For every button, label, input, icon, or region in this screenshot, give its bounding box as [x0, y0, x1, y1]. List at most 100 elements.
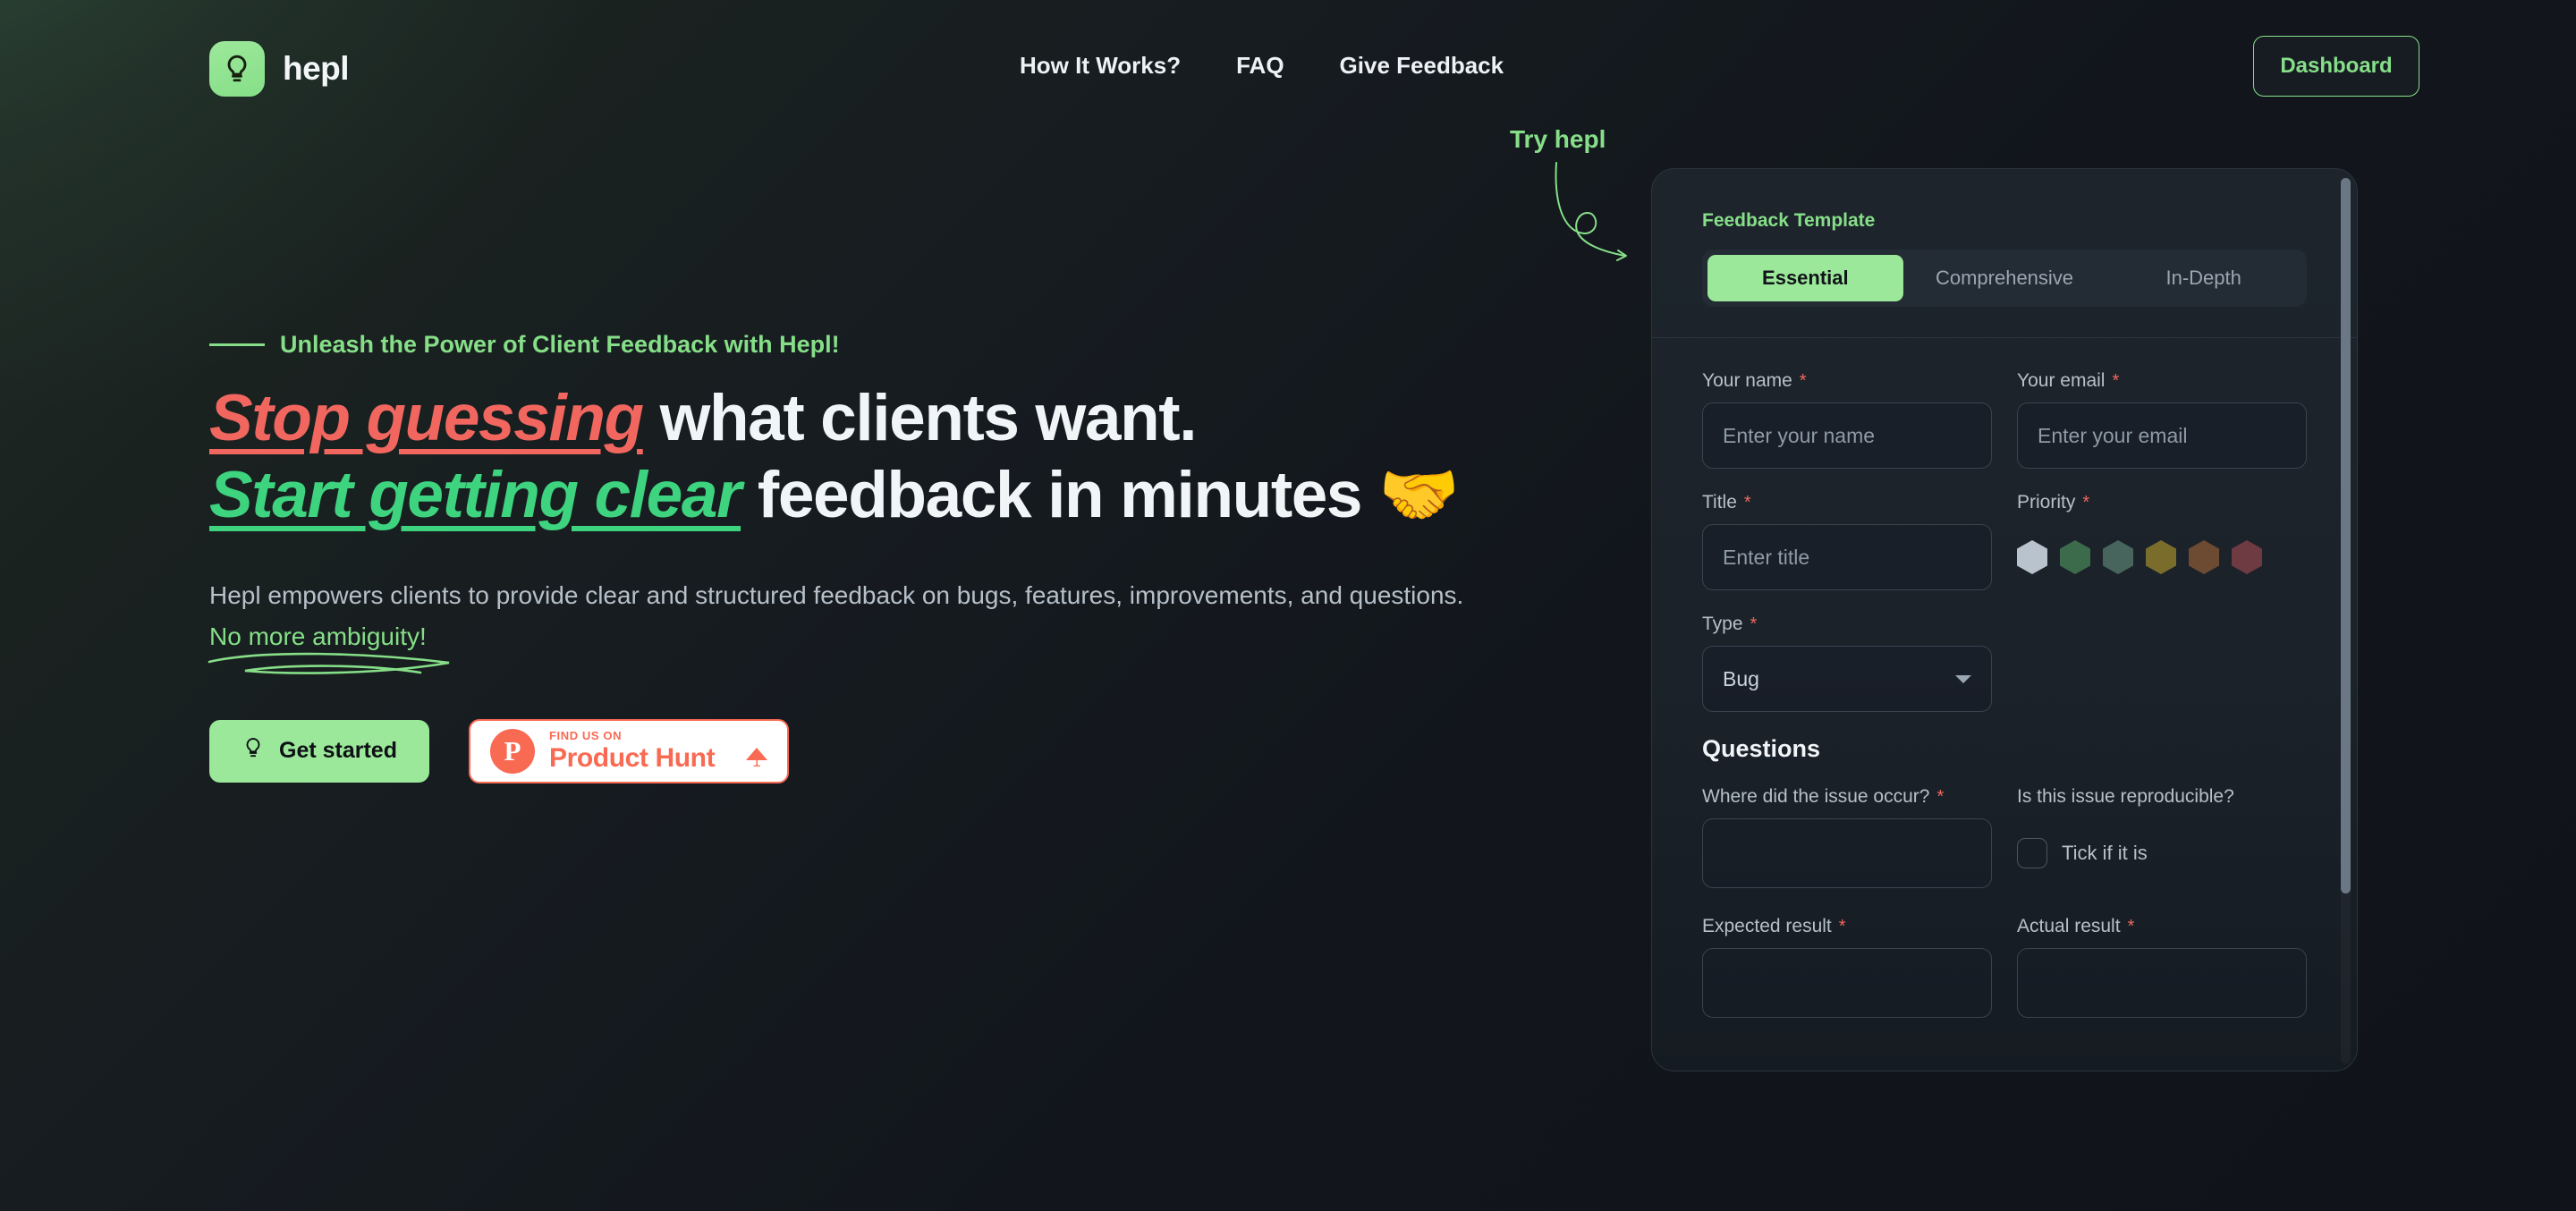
priority-swatches	[2017, 524, 2307, 590]
hero-section: Unleash the Power of Client Feedback wit…	[208, 331, 1551, 783]
reproducible-check-label: Tick if it is	[2062, 842, 2148, 864]
type-select[interactable]: Bug	[1702, 646, 1992, 712]
questions-row-2: Expected result * Actual result *	[1702, 916, 2307, 1022]
reproducible-checkbox[interactable]	[2017, 838, 2047, 868]
required-asterisk: *	[1750, 614, 1758, 634]
type-row-spacer	[2017, 614, 2307, 712]
questions-row-1: Where did the issue occur? * Is this iss…	[1702, 786, 2307, 893]
priority-swatch-2[interactable]	[2103, 540, 2133, 574]
email-label-wrap: Your email *	[2017, 370, 2307, 392]
hero-highlight-wrap: No more ambiguity!	[208, 616, 450, 674]
name-label-wrap: Your name *	[1702, 370, 1992, 392]
required-asterisk: *	[1743, 492, 1751, 512]
title-label-wrap: Title *	[1702, 492, 1992, 513]
reproducible-label: Is this issue reproducible?	[2017, 786, 2234, 807]
chevron-down-icon	[1955, 674, 1971, 683]
email-field-group: Your email *	[2017, 370, 2307, 469]
title-label: Title	[1702, 492, 1737, 512]
required-asterisk: *	[1799, 370, 1807, 391]
name-input[interactable]	[1702, 402, 1992, 469]
reproducible-label-wrap: Is this issue reproducible?	[2017, 786, 2307, 808]
name-email-row: Your name * Your email *	[1702, 370, 2307, 469]
name-label: Your name	[1702, 370, 1792, 391]
actual-field-group: Actual result *	[2017, 916, 2307, 1022]
hero-subtext-highlight: No more ambiguity!	[209, 622, 427, 650]
type-selected-value: Bug	[1723, 666, 1759, 690]
site-header: hepl How It Works? FAQ Give Feedback Das…	[0, 0, 2576, 143]
product-hunt-badge[interactable]: P FIND US ON Product Hunt 1	[468, 718, 789, 783]
nav-item-faq[interactable]: FAQ	[1236, 52, 1284, 80]
panel-scrollbar-thumb[interactable]	[2341, 178, 2351, 893]
where-label-wrap: Where did the issue occur? *	[1702, 786, 1992, 808]
type-label: Type	[1702, 614, 1743, 634]
expected-label: Expected result	[1702, 916, 1832, 936]
priority-label: Priority	[2017, 492, 2076, 512]
priority-swatch-3[interactable]	[2146, 540, 2176, 574]
headline-mid: what clients want.	[642, 382, 1198, 454]
headline-end: feedback in minutes	[741, 459, 1379, 532]
where-label: Where did the issue occur?	[1702, 786, 1930, 807]
type-label-wrap: Type *	[1702, 614, 1992, 635]
headline-green-phrase: Start getting clear	[209, 459, 741, 532]
actual-textarea[interactable]	[2017, 948, 2307, 1018]
title-field-group: Title *	[1702, 492, 1992, 590]
product-hunt-text: FIND US ON Product Hunt	[549, 730, 732, 772]
brand-name: hepl	[283, 50, 350, 87]
title-input[interactable]	[1702, 524, 1992, 590]
required-asterisk: *	[2112, 370, 2120, 391]
where-textarea[interactable]	[1702, 818, 1992, 888]
priority-swatch-4[interactable]	[2189, 540, 2219, 574]
panel-header: Feedback Template Essential Comprehensiv…	[1652, 169, 2357, 307]
actual-label-wrap: Actual result *	[2017, 916, 2307, 937]
required-asterisk: *	[2127, 916, 2135, 936]
tab-comprehensive[interactable]: Comprehensive	[1907, 255, 2103, 301]
priority-field-group: Priority *	[2017, 492, 2307, 590]
hero-subtext-main: Hepl empowers clients to provide clear a…	[209, 581, 1464, 610]
dashboard-button[interactable]: Dashboard	[2253, 36, 2419, 97]
brand-logo[interactable]: hepl	[209, 41, 350, 97]
hero-cta-row: Get started P FIND US ON Product Hunt 1	[209, 718, 1551, 783]
required-asterisk: *	[2082, 492, 2090, 512]
get-started-label: Get started	[279, 738, 397, 764]
try-hepl-annotation: Try hepl	[1510, 125, 1606, 153]
reproducible-check-row: Tick if it is	[2017, 818, 2307, 888]
expected-label-wrap: Expected result *	[1702, 916, 1992, 937]
name-field-group: Your name *	[1702, 370, 1992, 469]
priority-swatch-5[interactable]	[2232, 540, 2262, 574]
hero-subtext: Hepl empowers clients to provide clear a…	[208, 575, 1515, 674]
email-input[interactable]	[2017, 402, 2307, 469]
reproducible-field-group: Is this issue reproducible? Tick if it i…	[2017, 786, 2307, 893]
type-field-group: Type * Bug	[1702, 614, 1992, 712]
feedback-form-panel: Feedback Template Essential Comprehensiv…	[1651, 168, 2358, 1071]
product-hunt-kicker: FIND US ON	[548, 729, 623, 743]
hero-eyebrow-text: Unleash the Power of Client Feedback wit…	[280, 331, 840, 358]
lightbulb-icon	[242, 736, 265, 766]
title-priority-row: Title * Priority *	[1702, 492, 2307, 590]
get-started-button[interactable]: Get started	[209, 719, 429, 783]
product-hunt-name: Product Hunt	[548, 743, 716, 774]
hero-eyebrow: Unleash the Power of Client Feedback wit…	[209, 331, 1551, 359]
squiggle-underline-icon	[208, 652, 450, 674]
required-asterisk: *	[1838, 916, 1846, 936]
main-nav: How It Works? FAQ Give Feedback	[1020, 52, 1504, 80]
product-hunt-upvote[interactable]: 1	[745, 732, 767, 769]
tab-essential[interactable]: Essential	[1707, 255, 1903, 301]
tab-in-depth[interactable]: In-Depth	[2106, 255, 2301, 301]
nav-item-give-feedback[interactable]: Give Feedback	[1340, 52, 1504, 80]
eyebrow-dash-icon	[209, 343, 265, 346]
questions-heading: Questions	[1702, 735, 1821, 762]
expected-textarea[interactable]	[1702, 948, 1992, 1018]
template-tabs: Essential Comprehensive In-Depth	[1702, 250, 2307, 307]
product-hunt-logo-icon: P	[489, 728, 535, 774]
panel-scrollbar[interactable]	[2341, 178, 2351, 1063]
page-title: Stop guessing what clients want. Start g…	[209, 380, 1551, 534]
page-root: hepl How It Works? FAQ Give Feedback Das…	[0, 0, 2576, 1211]
handshake-emoji: 🤝	[1378, 459, 1460, 532]
priority-label-wrap: Priority *	[2017, 492, 2307, 513]
feedback-template-label: Feedback Template	[1702, 210, 1876, 231]
lightbulb-icon	[209, 41, 265, 97]
priority-swatch-0[interactable]	[2017, 540, 2047, 574]
headline-red-phrase: Stop guessing	[209, 382, 644, 454]
priority-swatch-1[interactable]	[2060, 540, 2090, 574]
nav-item-how-it-works[interactable]: How It Works?	[1020, 52, 1181, 80]
